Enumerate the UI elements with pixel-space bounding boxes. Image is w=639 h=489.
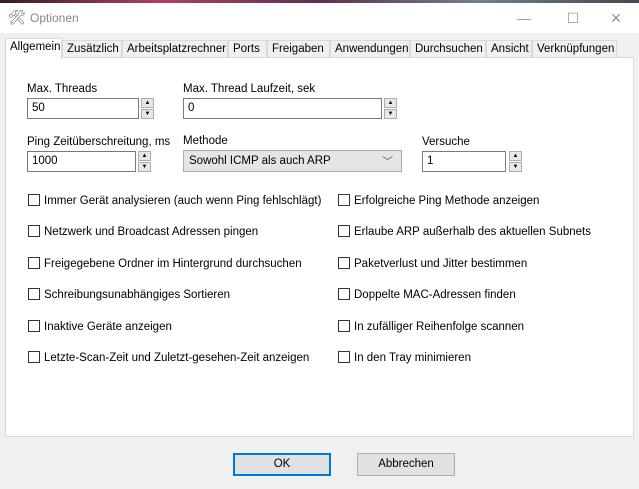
checkbox-label: In den Tray minimieren [354,352,471,364]
minimize-button[interactable]: — [501,5,547,31]
attempts-label: Versuche [422,136,470,148]
max-threads-input[interactable]: 50 [27,98,139,119]
title-bar: 🛠 Optionen — ☐ ✕ [0,3,639,33]
checkbox-box[interactable] [28,257,40,269]
checkbox-label: Letzte-Scan-Zeit und Zuletzt-gesehen-Zei… [44,352,310,364]
tab-durchsuchen[interactable]: Durchsuchen [410,40,486,58]
checkbox-box[interactable] [338,288,350,300]
checkbox-box[interactable] [28,320,40,332]
chevron-down-icon: ﹀ [382,156,393,168]
checkbox-box[interactable] [338,320,350,332]
option-checkbox[interactable]: Doppelte MAC-Adressen finden [338,288,516,301]
checkbox-box[interactable] [338,351,350,363]
tab-arbeitsplatzrechner[interactable]: Arbeitsplatzrechner [122,40,228,58]
option-checkbox[interactable]: Letzte-Scan-Zeit und Zuletzt-gesehen-Zei… [28,351,309,364]
window-title: Optionen [30,11,79,25]
option-checkbox[interactable]: Immer Gerät analysieren (auch wenn Ping … [28,194,321,207]
checkbox-label: Freigegebene Ordner im Hintergrund durch… [44,258,302,270]
ping-timeout-spinner[interactable]: ▲ ▼ [138,151,151,172]
checkbox-box[interactable] [28,194,40,206]
tab-allgemein[interactable]: Allgemein [5,38,62,59]
option-checkbox[interactable]: In den Tray minimieren [338,351,471,364]
checkbox-label: Erfolgreiche Ping Methode anzeigen [354,195,540,207]
ok-button[interactable]: OK [233,453,331,476]
option-checkbox[interactable]: Netzwerk und Broadcast Adressen pingen [28,225,258,238]
ping-timeout-input[interactable]: 1000 [27,151,136,172]
method-label: Methode [183,135,228,147]
tab-panel-allgemein: Max. Threads 50 ▲ ▼ Max. Thread Laufzeit,… [5,57,634,437]
checkbox-label: Immer Gerät analysieren (auch wenn Ping … [44,195,322,207]
tab-ansicht[interactable]: Ansicht [486,40,532,58]
max-threads-spinner[interactable]: ▲ ▼ [141,98,154,119]
checkbox-label: Paketverlust und Jitter bestimmen [354,258,528,270]
option-checkbox[interactable]: Freigegebene Ordner im Hintergrund durch… [28,257,302,270]
max-threads-label: Max. Threads [27,83,98,95]
checkbox-box[interactable] [338,257,350,269]
max-thread-time-spinner[interactable]: ▲ ▼ [384,98,397,119]
checkbox-label: Inaktive Geräte anzeigen [44,321,172,333]
tab-verknuepfungen[interactable]: Verknüpfungen [532,40,617,58]
max-thread-time-label: Max. Thread Laufzeit, sek [183,83,316,95]
max-thread-time-input[interactable]: 0 [183,98,382,119]
checkbox-label: In zufälliger Reihenfolge scannen [354,321,525,333]
option-checkbox[interactable]: Paketverlust und Jitter bestimmen [338,257,527,270]
method-value: Sowohl ICMP als auch ARP [189,155,331,167]
cancel-button[interactable]: Abbrechen [357,453,455,476]
ping-timeout-label: Ping Zeitüberschreitung, ms [27,136,171,148]
attempts-input[interactable]: 1 [422,151,506,172]
method-select[interactable]: Sowohl ICMP als auch ARP ﹀ [183,150,402,172]
checkbox-label: Erlaube ARP außerhalb des aktuellen Subn… [354,226,591,238]
tools-icon: 🛠 [8,9,26,25]
option-checkbox[interactable]: In zufälliger Reihenfolge scannen [338,320,524,333]
maximize-button[interactable]: ☐ [550,5,596,31]
tab-freigaben[interactable]: Freigaben [267,40,330,58]
checkbox-box[interactable] [338,225,350,237]
checkbox-label: Doppelte MAC-Adressen finden [354,289,516,301]
tab-anwendungen[interactable]: Anwendungen [330,40,410,58]
checkbox-box[interactable] [28,351,40,363]
option-checkbox[interactable]: Erlaube ARP außerhalb des aktuellen Subn… [338,225,591,238]
option-checkbox[interactable]: Inaktive Geräte anzeigen [28,320,172,333]
tab-zusaetzlich[interactable]: Zusätzlich [62,40,122,58]
tab-ports[interactable]: Ports [228,40,267,58]
close-button[interactable]: ✕ [593,5,639,31]
checkbox-label: Schreibungsunabhängiges Sortieren [44,289,231,301]
checkbox-box[interactable] [338,194,350,206]
checkbox-box[interactable] [28,288,40,300]
option-checkbox[interactable]: Schreibungsunabhängiges Sortieren [28,288,230,301]
attempts-spinner[interactable]: ▲ ▼ [509,151,522,172]
checkbox-box[interactable] [28,225,40,237]
option-checkbox[interactable]: Erfolgreiche Ping Methode anzeigen [338,194,539,207]
checkbox-label: Netzwerk und Broadcast Adressen pingen [44,226,259,238]
